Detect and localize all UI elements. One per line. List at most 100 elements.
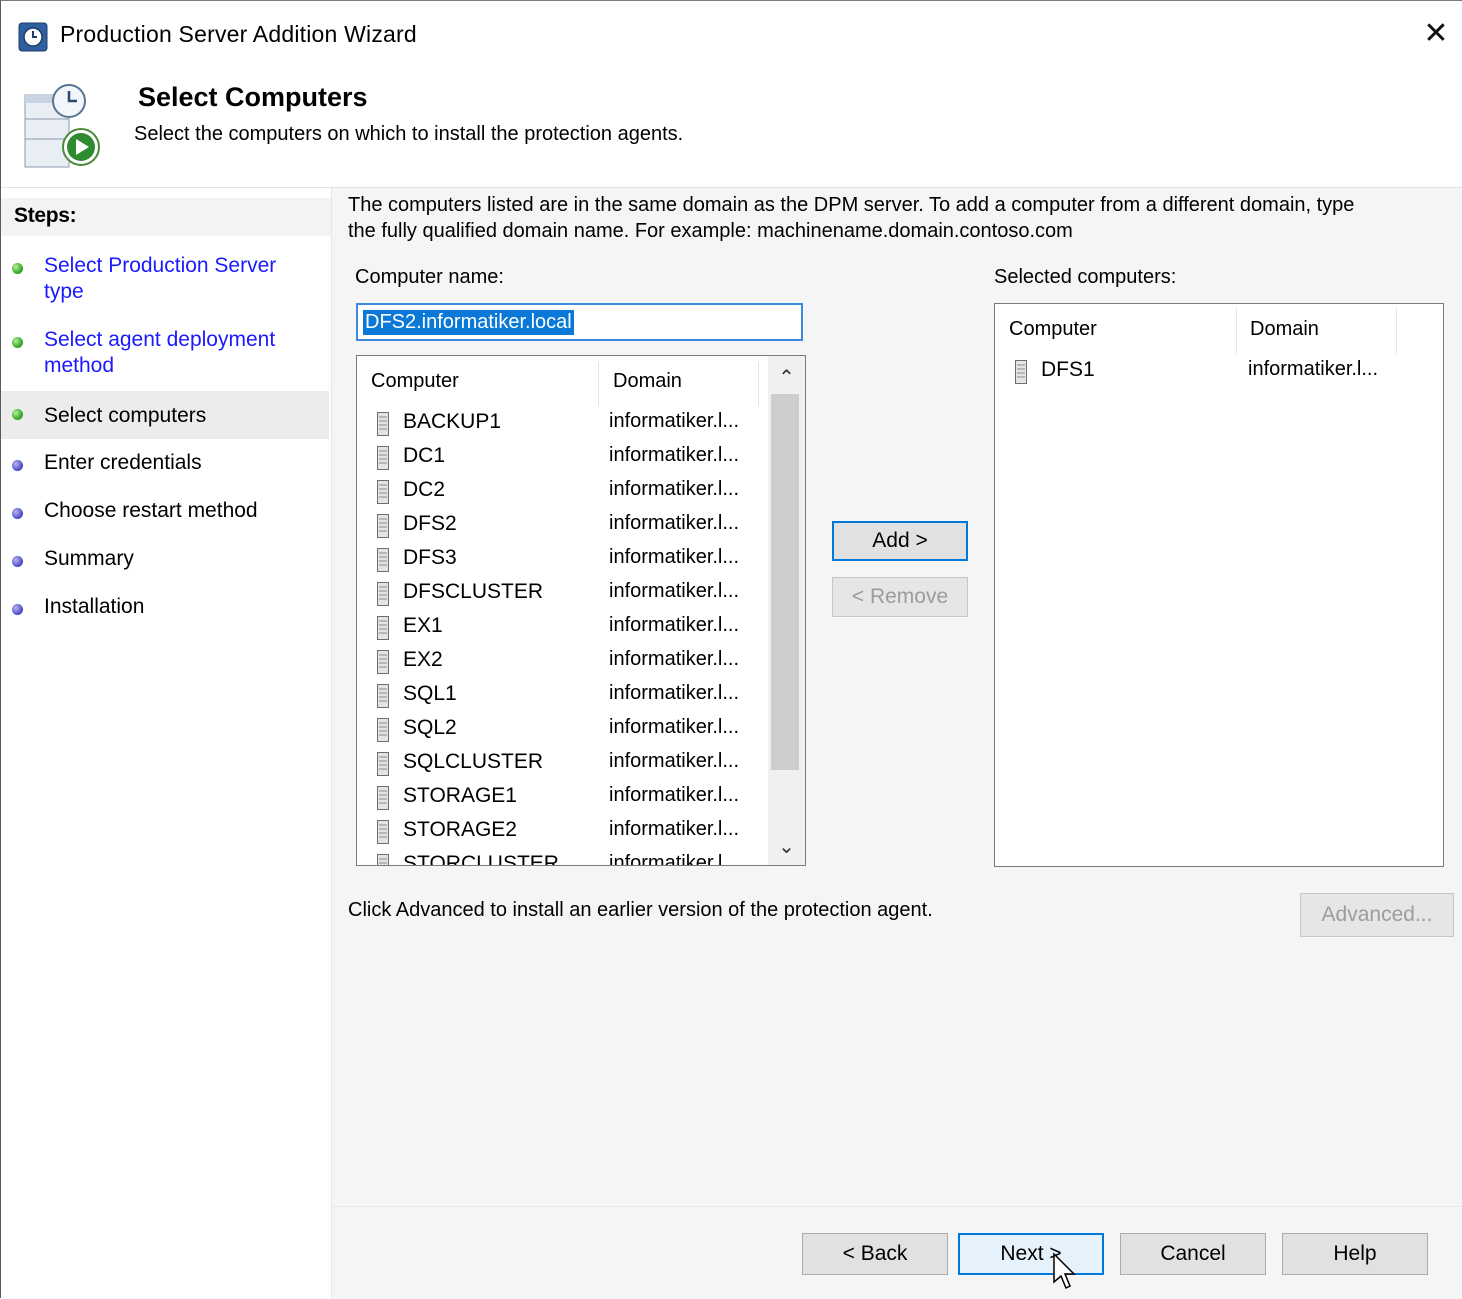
- server-icon: [377, 412, 389, 436]
- add-button[interactable]: Add >: [832, 521, 968, 561]
- computer-row[interactable]: STORAGE1 informatiker.l...: [357, 781, 767, 815]
- step-select-production-server-type[interactable]: Select Production Server type: [1, 253, 329, 309]
- list-header: Computer Domain: [357, 356, 759, 406]
- step-complete-icon: [12, 263, 23, 274]
- advanced-hint: Click Advanced to install an earlier ver…: [348, 899, 933, 921]
- wizard-window: Production Server Addition Wizard ✕ Sele…: [0, 0, 1462, 1299]
- available-computers-list[interactable]: Computer Domain BACKUP1 informatiker.l...…: [356, 355, 806, 866]
- column-divider[interactable]: [598, 362, 599, 406]
- column-header-domain[interactable]: Domain: [613, 370, 682, 393]
- column-divider[interactable]: [1396, 308, 1397, 354]
- step-label: Summary: [44, 547, 134, 570]
- computer-name-value[interactable]: DFS2.informatiker.local: [363, 310, 574, 335]
- server-icon: [377, 446, 389, 470]
- computer-row[interactable]: DC1 informatiker.l...: [357, 441, 767, 475]
- server-icon: [377, 786, 389, 810]
- help-button[interactable]: Help: [1282, 1233, 1428, 1275]
- computer-row[interactable]: EX2 informatiker.l...: [357, 645, 767, 679]
- column-header-domain[interactable]: Domain: [1250, 318, 1319, 341]
- scrollbar-thumb[interactable]: [771, 394, 799, 770]
- selected-row[interactable]: DFS1 informatiker.l...: [995, 355, 1405, 389]
- computer-domain: informatiker.l...: [609, 784, 740, 806]
- computer-row[interactable]: SQLCLUSTER informatiker.l...: [357, 747, 767, 781]
- computer-name: SQL2: [403, 716, 457, 739]
- step-current-icon: [12, 409, 23, 420]
- wizard-header: Select Computers Select the computers on…: [1, 67, 1462, 188]
- server-icon: [377, 480, 389, 504]
- column-divider[interactable]: [1236, 308, 1237, 354]
- scroll-up-icon[interactable]: ⌃: [768, 360, 805, 396]
- computer-domain: informatiker.l...: [609, 512, 740, 534]
- step-pending-icon: [12, 508, 23, 519]
- column-header-computer[interactable]: Computer: [1009, 318, 1097, 341]
- computer-domain: informatiker.l...: [609, 546, 740, 568]
- step-label: Enter credentials: [44, 451, 202, 474]
- step-complete-icon: [12, 337, 23, 348]
- computer-name: SQL1: [403, 682, 457, 705]
- step-pending-icon: [12, 556, 23, 567]
- computer-domain: informatiker.l...: [609, 614, 740, 636]
- server-icon: [377, 514, 389, 538]
- server-icon: [377, 820, 389, 844]
- computer-name: BACKUP1: [403, 410, 502, 433]
- step-summary: Summary: [1, 546, 329, 576]
- page-subtitle: Select the computers on which to install…: [134, 123, 684, 145]
- computer-domain: informatiker.l...: [609, 818, 740, 840]
- scroll-down-icon[interactable]: ⌄: [768, 829, 805, 865]
- step-choose-restart-method: Choose restart method: [1, 498, 329, 528]
- computer-domain: informatiker.l...: [609, 648, 740, 670]
- step-label[interactable]: Select Production Server type: [44, 253, 304, 305]
- step-pending-icon: [12, 604, 23, 615]
- advanced-button[interactable]: Advanced...: [1300, 893, 1454, 937]
- close-icon[interactable]: ✕: [1419, 17, 1453, 51]
- computer-row[interactable]: STORCLUSTER informatiker.l...: [357, 849, 767, 866]
- computer-row[interactable]: SQL1 informatiker.l...: [357, 679, 767, 713]
- computer-row[interactable]: DFSCLUSTER informatiker.l...: [357, 577, 767, 611]
- computer-row[interactable]: BACKUP1 informatiker.l...: [357, 407, 767, 441]
- computer-domain: informatiker.l...: [609, 852, 740, 866]
- computer-name: DC2: [403, 478, 446, 501]
- selected-computers-label: Selected computers:: [994, 266, 1177, 288]
- computer-domain: informatiker.l...: [609, 716, 740, 738]
- computer-row[interactable]: DFS3 informatiker.l...: [357, 543, 767, 577]
- computer-name: DFS2: [403, 512, 457, 535]
- selected-computer-domain: informatiker.l...: [1248, 358, 1379, 380]
- computer-domain: informatiker.l...: [609, 682, 740, 704]
- computer-name: DC1: [403, 444, 446, 467]
- server-clock-icon: [24, 84, 100, 168]
- computer-row[interactable]: STORAGE2 informatiker.l...: [357, 815, 767, 849]
- computer-domain: informatiker.l...: [609, 580, 740, 602]
- back-button[interactable]: < Back: [802, 1233, 948, 1275]
- selected-computers-list[interactable]: Computer Domain DFS1 informatiker.l...: [994, 303, 1444, 867]
- computer-domain: informatiker.l...: [609, 750, 740, 772]
- remove-button[interactable]: < Remove: [832, 577, 968, 617]
- computer-name-input[interactable]: DFS2.informatiker.local: [356, 303, 803, 341]
- server-icon: [377, 854, 389, 865]
- computer-row[interactable]: EX1 informatiker.l...: [357, 611, 767, 645]
- column-divider[interactable]: [758, 362, 759, 406]
- computer-row[interactable]: SQL2 informatiker.l...: [357, 713, 767, 747]
- footer-divider: [332, 1206, 1462, 1207]
- server-icon: [377, 684, 389, 708]
- column-header-computer[interactable]: Computer: [371, 370, 459, 393]
- page-title: Select Computers: [138, 82, 368, 112]
- cancel-button[interactable]: Cancel: [1120, 1233, 1266, 1275]
- computer-name: STORAGE2: [403, 818, 517, 841]
- computer-domain: informatiker.l...: [609, 410, 740, 432]
- server-icon: [377, 616, 389, 640]
- computer-name: EX1: [403, 614, 443, 637]
- computer-row[interactable]: DC2 informatiker.l...: [357, 475, 767, 509]
- computer-row[interactable]: DFS2 informatiker.l...: [357, 509, 767, 543]
- server-icon: [1015, 360, 1027, 384]
- server-icon: [377, 582, 389, 606]
- server-icon: [377, 752, 389, 776]
- computer-name: STORAGE1: [403, 784, 517, 807]
- next-button[interactable]: Next >: [958, 1233, 1104, 1275]
- step-label[interactable]: Select agent deployment method: [44, 327, 304, 379]
- step-select-agent-deployment-method[interactable]: Select agent deployment method: [1, 327, 329, 383]
- title-bar: Production Server Addition Wizard ✕: [1, 1, 1462, 67]
- computer-name: DFS3: [403, 546, 457, 569]
- instructions-text: The computers listed are in the same dom…: [348, 194, 1355, 242]
- step-label: Installation: [44, 595, 145, 618]
- list-scrollbar[interactable]: ⌃ ⌄: [768, 356, 805, 865]
